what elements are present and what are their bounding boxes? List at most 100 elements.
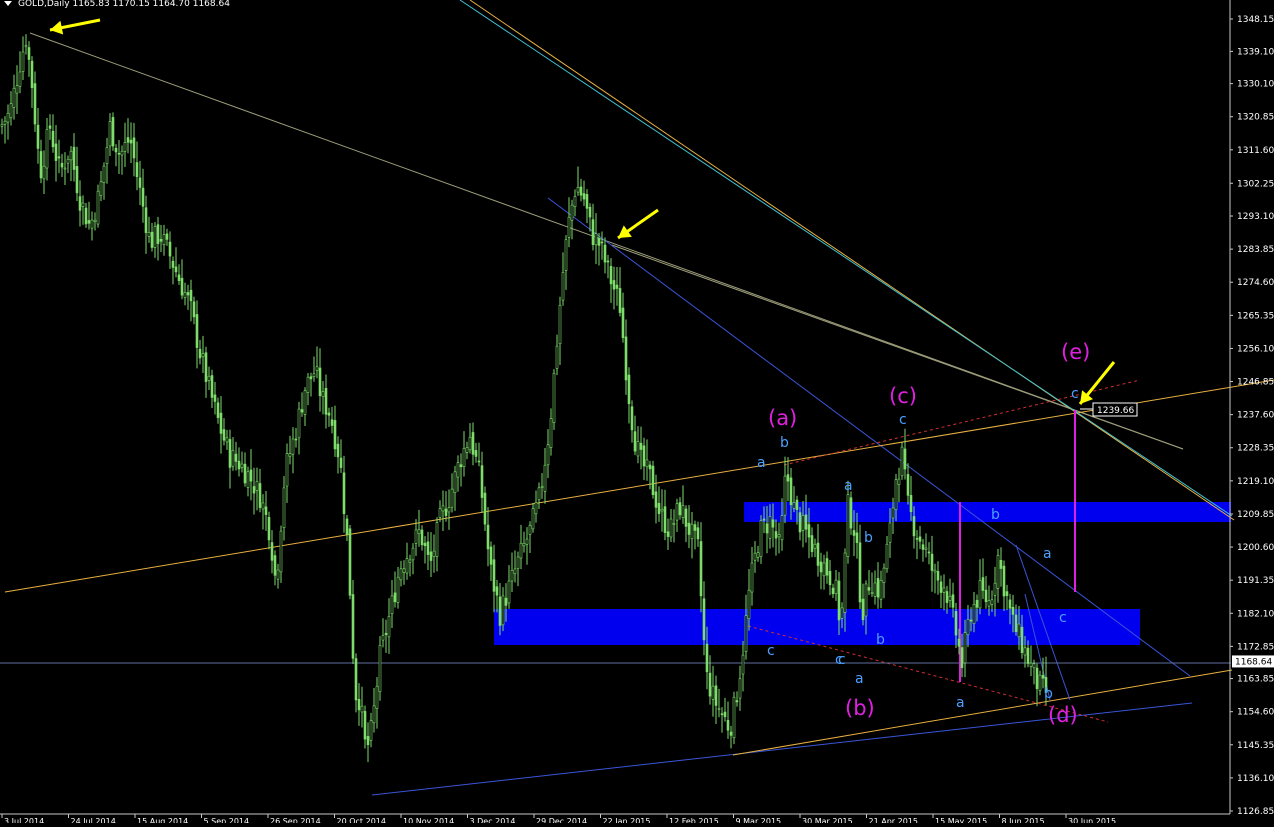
candle-body (411, 547, 415, 561)
candle-body (681, 505, 685, 518)
y-tick-label: 1302.25 (1237, 179, 1274, 189)
candle-body (882, 567, 886, 583)
candle-body (975, 599, 979, 608)
candle-body (402, 568, 406, 573)
candle-body (516, 556, 520, 569)
y-tick-label: 1265.35 (1237, 311, 1274, 321)
chart-svg: (a)(b)(c)(d)(e)abcabcabcabcabcc1239.66 1… (0, 0, 1274, 826)
candle-body (162, 234, 166, 246)
candle-body (153, 226, 157, 248)
candle-body (219, 412, 223, 434)
candle-body (591, 219, 595, 245)
candle-body (180, 277, 184, 296)
y-tick-label: 1293.10 (1237, 212, 1274, 222)
candle-body (93, 219, 97, 222)
candle-body (312, 373, 316, 377)
candle-body (579, 186, 583, 196)
candle (348, 524, 352, 600)
candle-body (168, 241, 172, 257)
candle-body (105, 147, 109, 164)
wave-label-minor: c (1071, 386, 1079, 402)
candle-body (321, 391, 325, 397)
candle-body (1026, 647, 1030, 664)
candle-body (684, 508, 688, 527)
x-tick-label: 24 Jul 2014 (71, 817, 116, 823)
candle-body (615, 284, 619, 289)
candle-body (39, 151, 43, 179)
candle-body (564, 239, 568, 271)
candle-body (738, 678, 742, 699)
candle (651, 460, 655, 499)
candle-body (678, 502, 682, 516)
candle-body (696, 527, 700, 540)
candle (111, 112, 115, 151)
candle-body (15, 85, 19, 94)
candle-body (453, 471, 457, 494)
candle-body (264, 506, 268, 515)
candle (732, 691, 736, 745)
candle-body (888, 522, 892, 543)
candle-body (639, 442, 643, 450)
wave-label-minor: b (991, 507, 1000, 523)
x-tick-label: 15 Aug 2014 (137, 817, 188, 823)
candle-body (948, 595, 952, 601)
candle-body (915, 538, 919, 540)
candle-body (447, 507, 451, 513)
candle-body (663, 506, 667, 533)
candle-body (861, 598, 865, 621)
x-tick-label: 22 Jan 2015 (603, 817, 651, 823)
candle-body (633, 431, 637, 452)
candle-body (966, 619, 970, 636)
chart-root: (a) (b) (c) (d) (e) a b c a b c a b c a b c a b c c 1239.66 1… (0, 0, 1274, 826)
candle-body (108, 121, 112, 147)
candle-body (831, 587, 835, 595)
candle-body (1035, 667, 1039, 689)
candle-body (414, 529, 418, 544)
candle-body (318, 367, 322, 396)
candle-body (789, 477, 793, 506)
candle-body (810, 535, 814, 552)
candle-body (111, 117, 115, 147)
candle-body (1041, 675, 1045, 679)
candle-body (834, 579, 838, 594)
candle-body (42, 165, 46, 180)
wave-label-minor: c (838, 652, 846, 668)
candle-body (726, 719, 730, 731)
candle-body (630, 406, 634, 431)
candle-body (276, 569, 280, 580)
x-tick-label: 12 Feb 2015 (669, 817, 719, 823)
candle-body (423, 542, 427, 547)
candle-body (471, 432, 475, 455)
candle-body (21, 51, 25, 72)
y-tick-label: 1126.85 (1237, 807, 1274, 817)
candle-body (741, 654, 745, 675)
candle-body (723, 711, 727, 718)
candle-body (231, 450, 235, 467)
wave-label-major: (c) (889, 384, 917, 408)
candle-body (435, 522, 439, 557)
wave-label-major: (a) (768, 406, 797, 430)
candle-body (840, 607, 844, 619)
candle-body (117, 152, 121, 155)
candle-body (252, 486, 256, 494)
candle-body (897, 478, 901, 485)
wave-label-minor: a (855, 671, 864, 687)
candle-body (432, 550, 436, 557)
candle-body (525, 538, 529, 545)
candle-body (285, 453, 289, 487)
candle-body (360, 705, 364, 713)
candle-body (195, 314, 199, 348)
candle-body (510, 570, 514, 582)
candle-body (984, 589, 988, 602)
candle-body (594, 233, 598, 246)
candle-body (918, 536, 922, 542)
candle-body (666, 531, 670, 537)
candle-body (279, 530, 283, 573)
y-tick-label: 1209.85 (1237, 510, 1274, 520)
candle-body (756, 552, 760, 558)
candle-body (930, 553, 934, 571)
candle-body (258, 483, 262, 508)
candle-body (78, 196, 82, 211)
candle-body (3, 120, 7, 125)
candle-body (801, 515, 805, 531)
